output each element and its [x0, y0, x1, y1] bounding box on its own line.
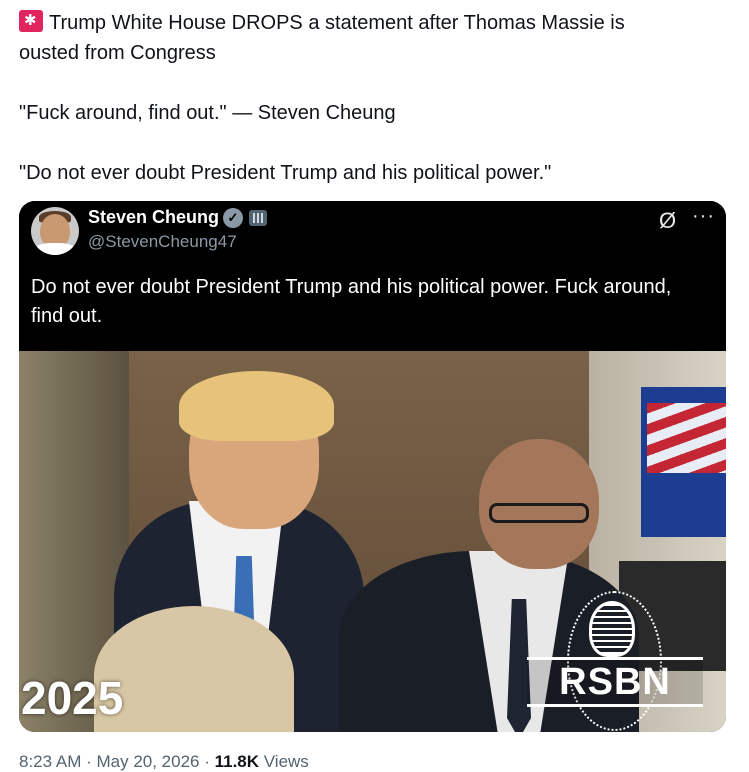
microphone-icon — [589, 601, 635, 657]
meta-separator: · — [199, 752, 215, 771]
post-time[interactable]: 8:23 AM — [19, 752, 81, 771]
affiliate-badge-icon[interactable] — [249, 210, 267, 226]
views-label: Views — [259, 752, 309, 771]
siren-icon — [19, 10, 43, 32]
tweet-line-1: Trump White House DROPS a statement afte… — [19, 8, 719, 38]
verified-badge-icon: ✓ — [223, 208, 243, 228]
tweet-line-2: ousted from Congress — [19, 42, 216, 64]
video-year-overlay: 2025 — [21, 672, 124, 724]
tweet-quote-cheung: "Fuck around, find out." — Steven Cheung — [19, 102, 396, 124]
x-logo-icon[interactable]: Ø — [659, 208, 676, 234]
avatar[interactable] — [31, 207, 79, 255]
meta-separator: · — [81, 752, 97, 771]
tweet-meta: 8:23 AM · May 20, 2026 · 11.8K Views — [19, 752, 309, 772]
quoted-text-line-1: Do not ever doubt President Trump and hi… — [31, 276, 672, 298]
tweet-headline: Trump White House DROPS a statement afte… — [49, 12, 625, 34]
video-player[interactable]: 2025 RSBN — [19, 351, 726, 732]
views-count[interactable]: 11.8K — [215, 752, 259, 771]
more-icon[interactable]: ··· — [692, 205, 715, 228]
rsbn-watermark: RSBN — [527, 657, 703, 707]
quoted-tweet-card[interactable]: Steven Cheung ✓ @StevenCheung47 Ø ··· Do… — [19, 201, 726, 732]
quoted-tweet-header: Steven Cheung ✓ @StevenCheung47 Ø ··· Do… — [19, 201, 726, 351]
tweet-text: Trump White House DROPS a statement afte… — [19, 8, 719, 188]
author-handle[interactable]: @StevenCheung47 — [88, 232, 237, 252]
quoted-tweet-text: Do not ever doubt President Trump and hi… — [31, 273, 721, 331]
post-date[interactable]: May 20, 2026 — [96, 752, 199, 771]
author-name[interactable]: Steven Cheung — [88, 207, 219, 228]
quoted-text-line-2: find out. — [31, 305, 103, 327]
tweet-quote-statement: "Do not ever doubt President Trump and h… — [19, 162, 552, 184]
